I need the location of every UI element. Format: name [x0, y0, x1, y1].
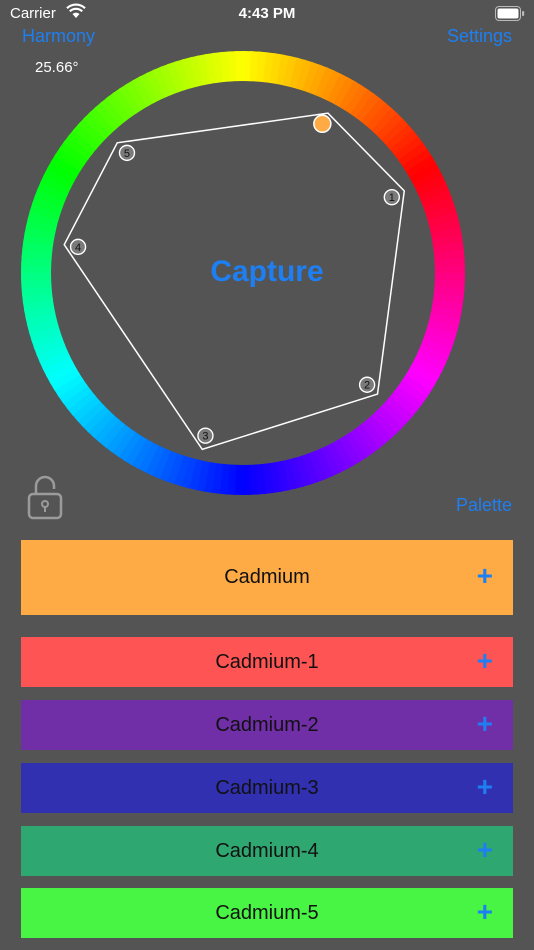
swatch-row-3[interactable]: Cadmium-3 + — [21, 763, 513, 813]
swatch-row-4[interactable]: Cadmium-4 + — [21, 826, 513, 876]
harmony-marker-3[interactable]: 3 — [197, 427, 214, 444]
swatch-name: Cadmium — [224, 566, 310, 588]
add-swatch-button[interactable]: + — [477, 560, 493, 592]
swatch-name: Cadmium-3 — [215, 777, 319, 799]
swatch-row-1[interactable]: Cadmium-1 + — [21, 637, 513, 687]
harmony-marker-4[interactable]: 4 — [69, 238, 87, 256]
add-swatch-button[interactable]: + — [477, 834, 493, 866]
palette-button[interactable]: Palette — [456, 495, 512, 516]
add-swatch-button[interactable]: + — [477, 896, 493, 928]
swatch-name: Cadmium-2 — [215, 714, 319, 736]
harmony-marker-label: 3 — [202, 431, 208, 443]
harmony-marker-1[interactable]: 1 — [383, 188, 400, 206]
swatch-name: Cadmium-5 — [215, 902, 319, 924]
add-swatch-button[interactable]: + — [477, 645, 493, 677]
capture-button[interactable]: Capture — [0, 255, 534, 289]
harmony-marker-label: 5 — [124, 148, 130, 160]
harmony-marker-2[interactable]: 2 — [358, 376, 376, 393]
swatch-name: Cadmium-1 — [215, 651, 319, 673]
main-swatch[interactable]: Cadmium + — [21, 540, 513, 615]
add-swatch-button[interactable]: + — [477, 771, 493, 803]
swatch-name: Cadmium-4 — [215, 840, 319, 862]
swatch-row-2[interactable]: Cadmium-2 + — [21, 700, 513, 750]
add-swatch-button[interactable]: + — [477, 708, 493, 740]
base-color-marker[interactable] — [313, 114, 332, 134]
lock-icon[interactable] — [27, 474, 63, 520]
harmony-marker-label: 1 — [389, 192, 395, 204]
swatch-row-5[interactable]: Cadmium-5 + — [21, 888, 513, 938]
harmony-marker-label: 4 — [75, 242, 81, 254]
harmony-marker-5[interactable]: 5 — [118, 144, 136, 162]
harmony-marker-label: 2 — [364, 380, 370, 392]
hue-ring-segment[interactable] — [235, 51, 246, 82]
